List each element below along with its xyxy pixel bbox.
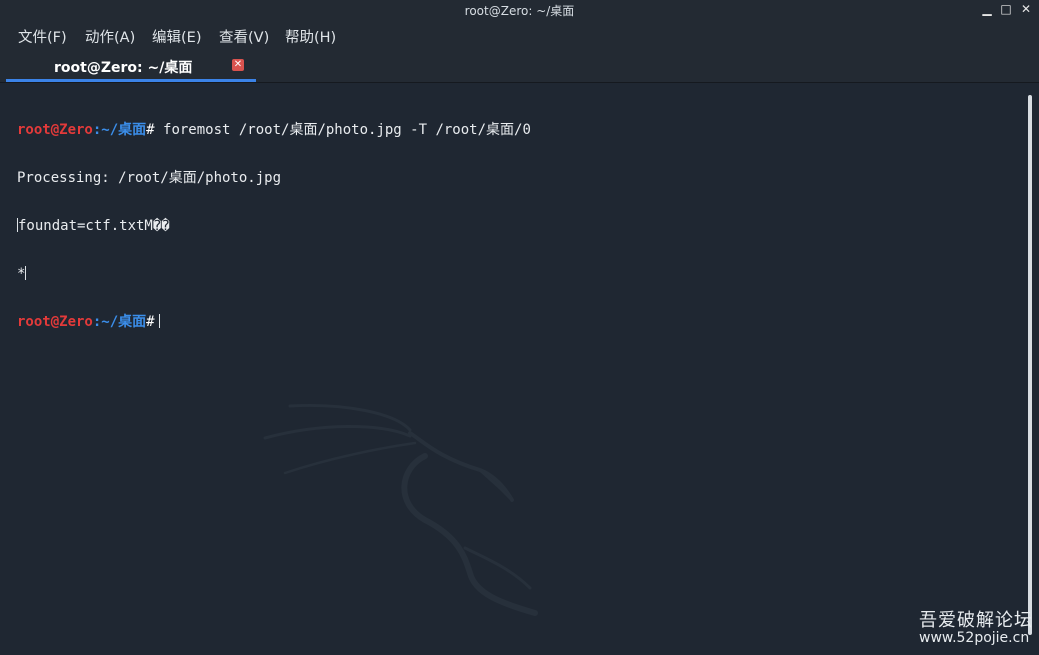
- terminal-line-prompt: root@Zero:~/桌面#: [17, 314, 531, 330]
- kali-dragon-icon: [263, 404, 538, 616]
- terminal-line-processing: Processing: /root/桌面/photo.jpg: [17, 170, 531, 186]
- menu-bar: 文件(F) 动作(A) 编辑(E) 查看(V) 帮助(H): [0, 20, 1039, 52]
- terminal-line-star: *: [17, 266, 531, 282]
- close-window-button[interactable]: ✕: [1019, 2, 1033, 16]
- minimize-button[interactable]: ▁: [980, 2, 994, 16]
- terminal-line-command: root@Zero:~/桌面# foremost /root/桌面/photo.…: [17, 122, 531, 138]
- terminal-area[interactable]: root@Zero:~/桌面# foremost /root/桌面/photo.…: [0, 83, 1039, 655]
- foundat-text: foundat=ctf.txtM��: [18, 218, 170, 234]
- menu-edit[interactable]: 编辑(E): [152, 26, 201, 47]
- star-bar-glyph: [25, 266, 27, 280]
- prompt-path: :~/桌面: [92, 122, 147, 138]
- prompt-user: root@Zero: [17, 314, 93, 330]
- star-text: *: [17, 266, 26, 282]
- watermark-url: www.52pojie.cn: [919, 630, 1030, 646]
- tab-bar: root@Zero: ~/桌面 ✕: [0, 52, 1039, 83]
- maximize-button[interactable]: □: [999, 2, 1013, 16]
- terminal-line-foundat: foundat=ctf.txtM��: [17, 218, 531, 234]
- text-cursor: [158, 314, 160, 328]
- prompt-hash: #: [146, 122, 155, 138]
- prompt-hash: #: [146, 314, 155, 330]
- window-titlebar[interactable]: root@Zero: ~/桌面 ▁ □ ✕: [0, 0, 1039, 20]
- tab-close-icon[interactable]: ✕: [232, 59, 244, 71]
- prompt-path: :~/桌面: [92, 314, 147, 330]
- window-title: root@Zero: ~/桌面: [464, 4, 575, 18]
- menu-action[interactable]: 动作(A): [85, 26, 135, 47]
- tab-active-indicator: [6, 79, 256, 82]
- menu-file[interactable]: 文件(F): [18, 26, 67, 47]
- scrollbar[interactable]: [1026, 95, 1034, 635]
- menu-help[interactable]: 帮助(H): [285, 26, 336, 47]
- menu-view[interactable]: 查看(V): [219, 26, 269, 47]
- scrollbar-thumb[interactable]: [1028, 95, 1032, 635]
- watermark-title: 吾爱破解论坛: [919, 610, 1033, 631]
- command-text: foremost /root/桌面/photo.jpg -T /root/桌面/…: [154, 122, 531, 138]
- prompt-user: root@Zero: [17, 122, 93, 138]
- terminal-output: root@Zero:~/桌面# foremost /root/桌面/photo.…: [17, 90, 531, 362]
- processing-text: Processing: /root/桌面/photo.jpg: [17, 170, 282, 186]
- tab-terminal[interactable]: root@Zero: ~/桌面 ✕: [6, 52, 256, 82]
- tab-label: root@Zero: ~/桌面: [54, 60, 193, 76]
